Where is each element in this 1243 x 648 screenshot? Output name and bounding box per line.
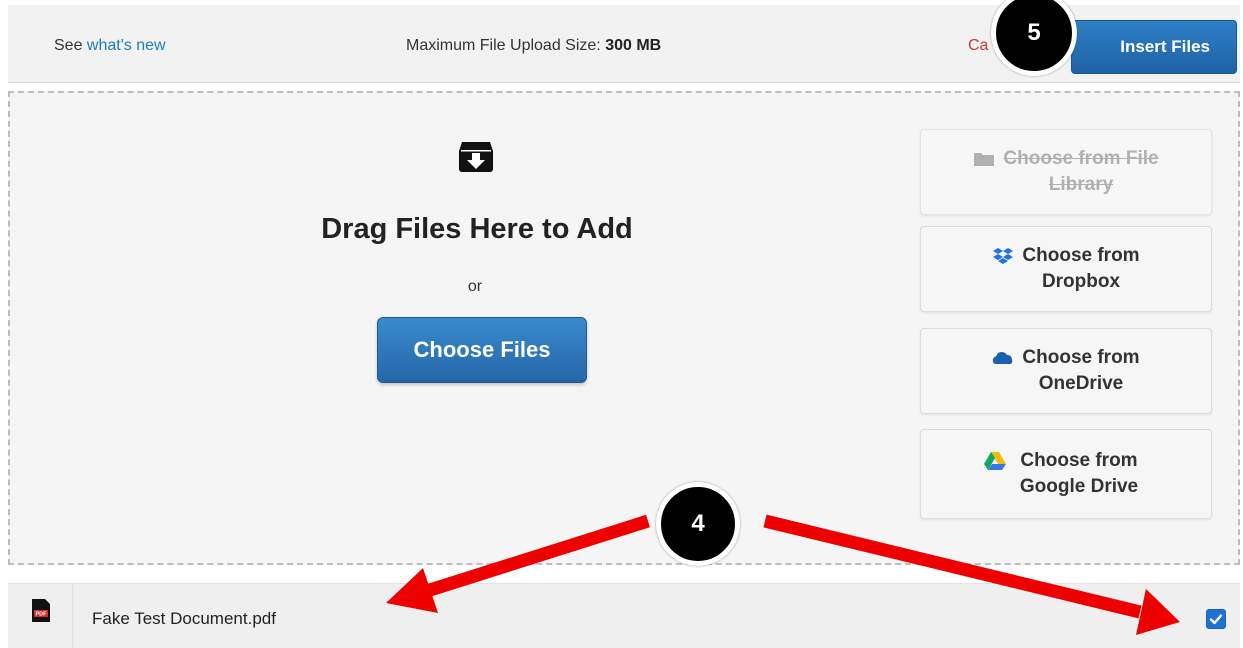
file-list-row: PDF Fake Test Document.pdf xyxy=(8,583,1240,648)
file-select-checkbox[interactable] xyxy=(1206,609,1226,629)
dropbox-icon xyxy=(993,248,1014,264)
choose-files-button[interactable]: Choose Files xyxy=(377,317,587,383)
drag-files-heading: Drag Files Here to Add xyxy=(321,213,633,245)
source-label-line2: Dropbox xyxy=(1041,271,1121,292)
whats-new-text: See what's new xyxy=(54,37,166,55)
onedrive-icon xyxy=(993,352,1013,364)
max-size-label: Maximum File Upload Size: xyxy=(406,37,601,54)
step-4-badge: 4 xyxy=(656,482,740,566)
checkmark-icon xyxy=(1209,614,1223,625)
source-label-line2: Google Drive xyxy=(1019,476,1139,497)
choose-from-file-library-button[interactable]: Choose from File Library xyxy=(920,129,1212,215)
see-label: See xyxy=(54,37,83,54)
choose-from-google-drive-button[interactable]: Choose from Google Drive xyxy=(920,429,1212,519)
inbox-download-icon xyxy=(459,142,493,172)
svg-text:PDF: PDF xyxy=(36,612,48,618)
choose-from-dropbox-button[interactable]: Choose from Dropbox xyxy=(920,226,1212,312)
file-icon-cell: PDF xyxy=(8,584,73,648)
or-text: or xyxy=(467,278,483,295)
source-label-line1: Choose from xyxy=(1022,245,1140,266)
source-label-line2: Library xyxy=(1048,174,1114,195)
max-size-value: 300 MB xyxy=(605,37,662,54)
google-drive-icon xyxy=(983,452,1006,470)
source-label-line1: Choose from xyxy=(1020,450,1138,471)
choose-from-onedrive-button[interactable]: Choose from OneDrive xyxy=(920,328,1212,414)
max-upload-size: Maximum File Upload Size: 300 MB xyxy=(406,37,661,55)
file-drop-zone[interactable]: Drag Files Here to Add or Choose Files C… xyxy=(8,91,1240,565)
cancel-link[interactable]: Ca xyxy=(968,37,988,55)
insert-files-button[interactable]: Insert Files xyxy=(1071,20,1237,74)
source-label-line1: Choose from File xyxy=(1003,148,1159,169)
pdf-file-icon: PDF xyxy=(32,599,50,622)
source-label-line2: OneDrive xyxy=(1038,373,1124,394)
folder-icon xyxy=(974,153,995,166)
file-name: Fake Test Document.pdf xyxy=(92,609,276,628)
whats-new-link[interactable]: what's new xyxy=(87,37,166,54)
source-label-line1: Choose from xyxy=(1022,347,1140,368)
